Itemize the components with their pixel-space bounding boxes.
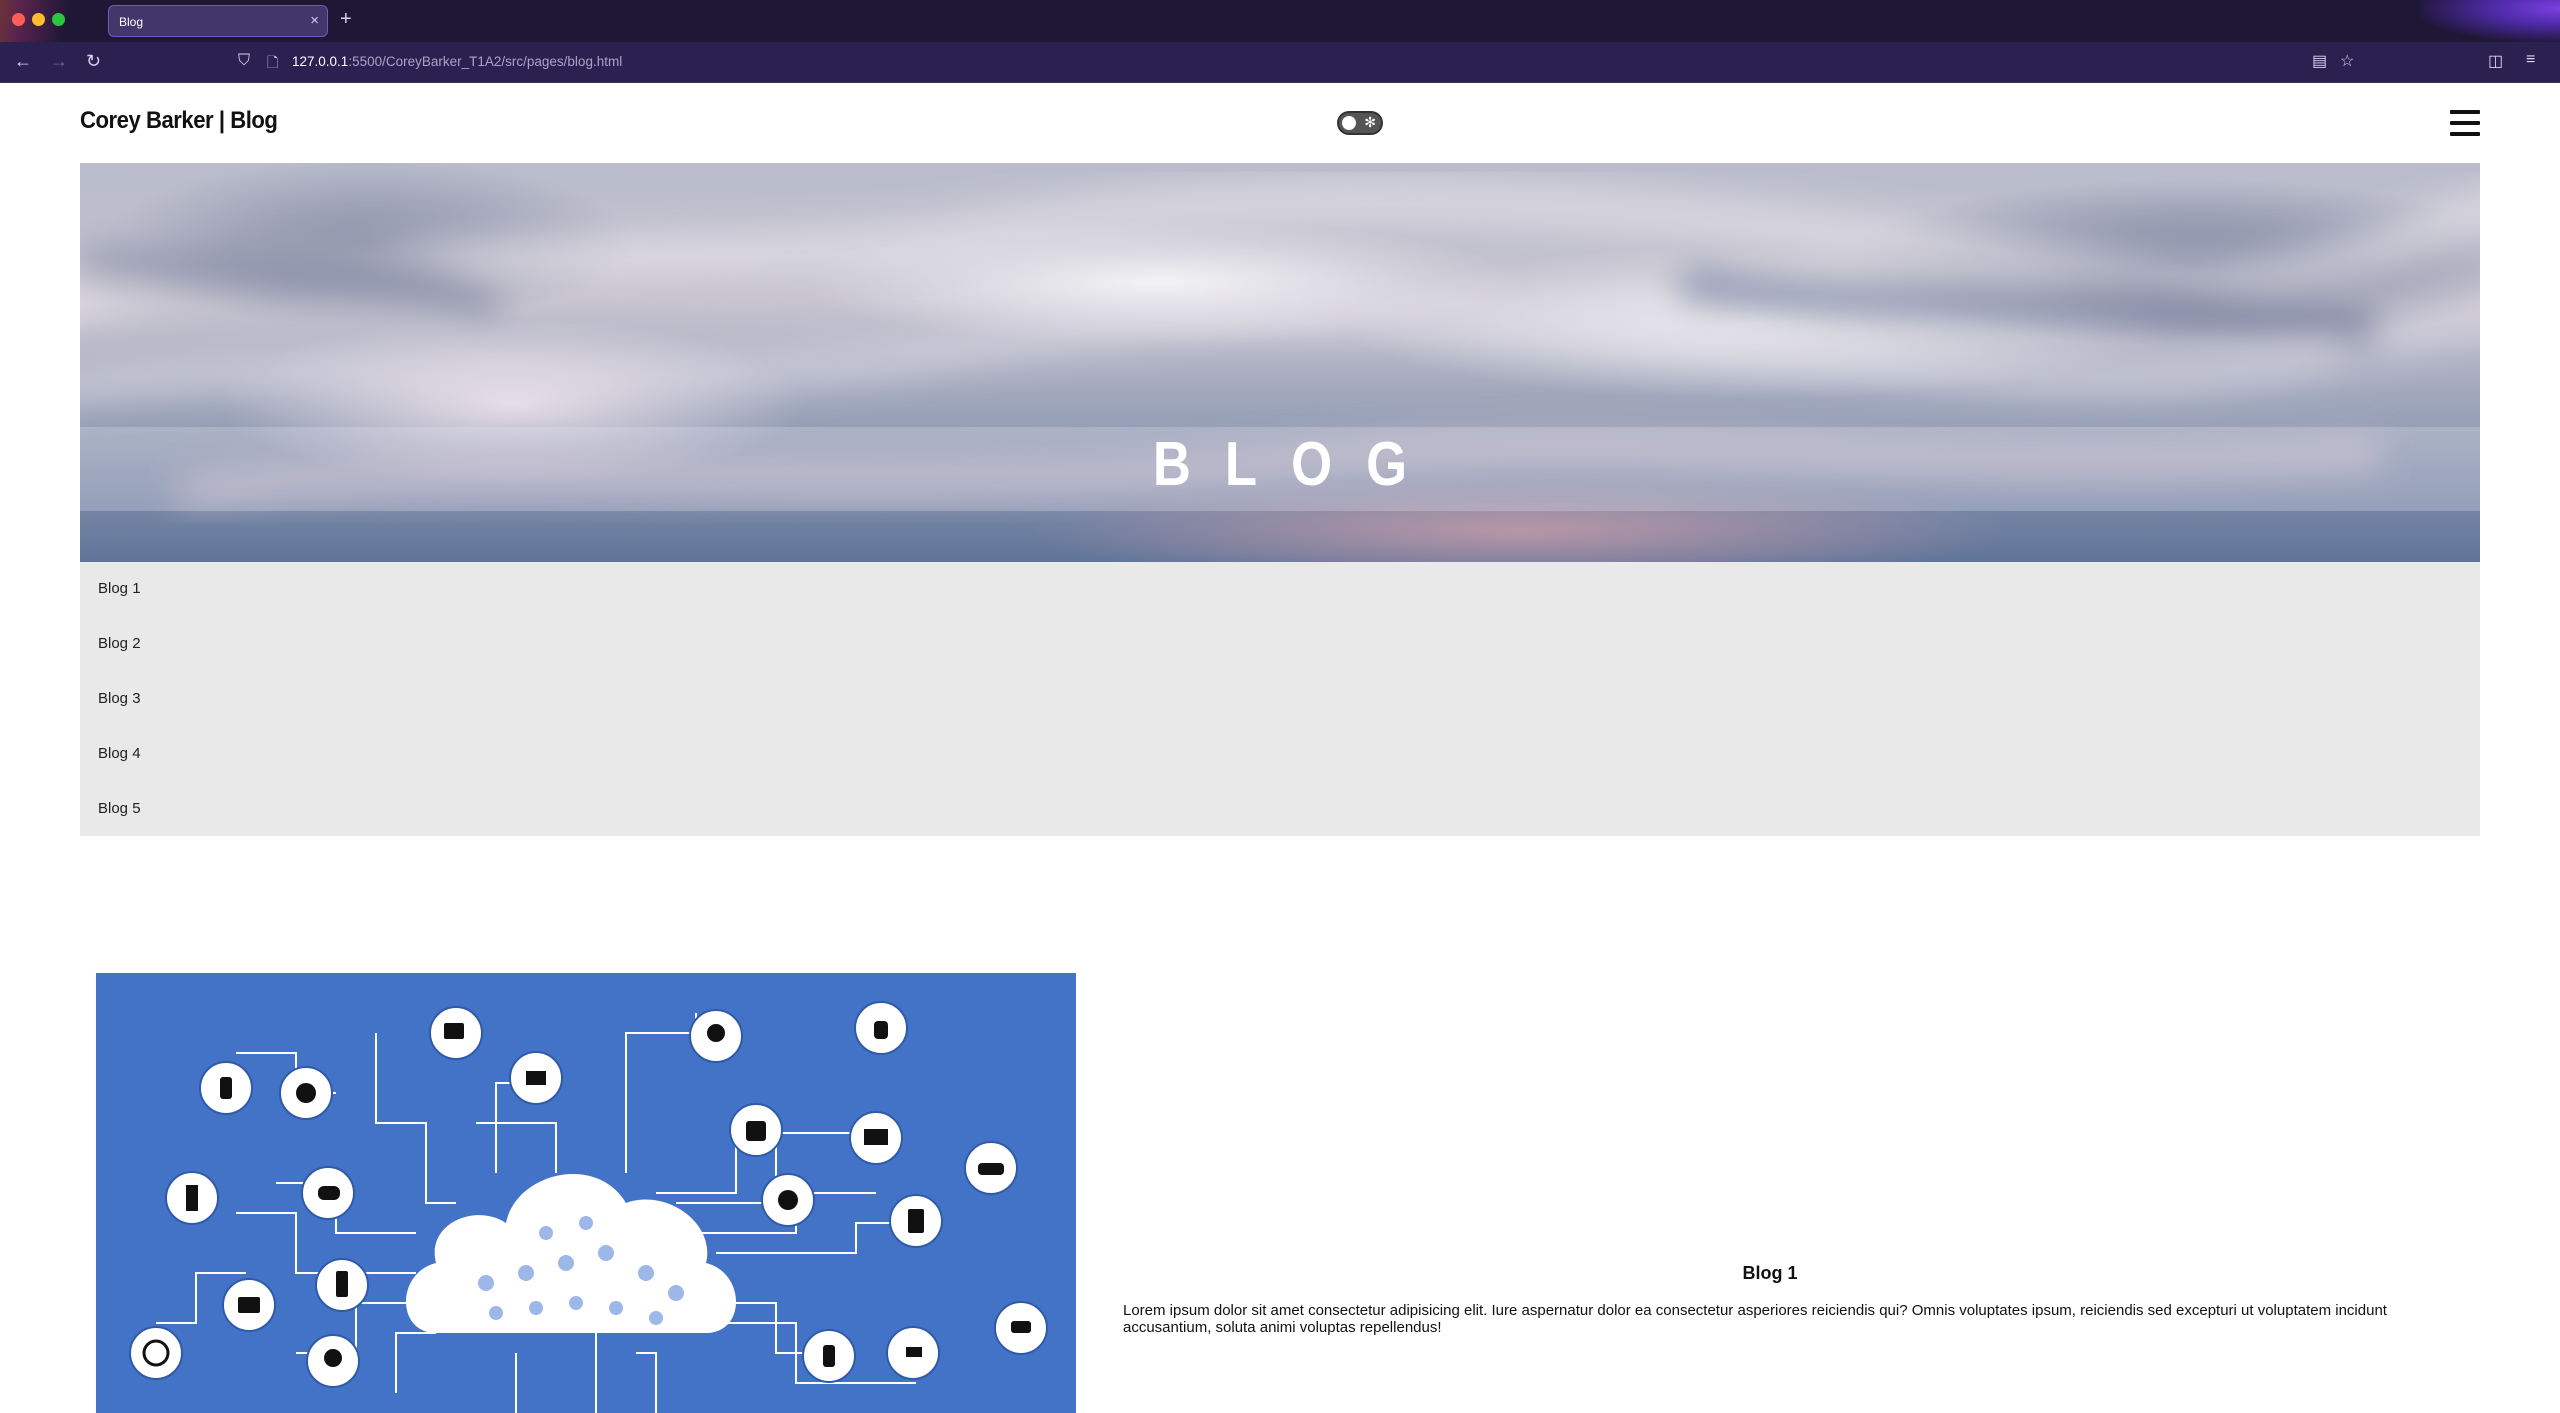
- url-host: 127.0.0.1: [292, 54, 349, 69]
- post-body: Lorem ipsum dolor sit amet consectetur a…: [1123, 1302, 2387, 1336]
- bookmark-star-icon[interactable]: ☆: [2340, 51, 2354, 71]
- tab-title: Blog: [119, 15, 144, 29]
- tracking-shield-icon[interactable]: ⛉: [238, 52, 250, 70]
- minimize-window-button[interactable]: [32, 13, 45, 26]
- back-arrow-icon[interactable]: ←: [14, 51, 32, 71]
- titlebar-decoration: [2420, 0, 2560, 42]
- tab-close-icon[interactable]: ×: [310, 12, 319, 29]
- blog-link-4[interactable]: Blog 4: [98, 745, 141, 762]
- sun-icon: ✻: [1364, 114, 1376, 130]
- browser-tab-blog[interactable]: Blog ×: [108, 5, 328, 37]
- blog-link-2[interactable]: Blog 2: [98, 635, 141, 652]
- site-title[interactable]: Corey Barker | Blog: [80, 107, 278, 135]
- address-bar[interactable]: 127.0.0.1:5500/CoreyBarker_T1A2/src/page…: [292, 54, 622, 69]
- blog-link-1[interactable]: Blog 1: [98, 580, 141, 597]
- reader-view-icon[interactable]: ▤: [2312, 51, 2327, 71]
- app-menu-icon[interactable]: ≡: [2526, 51, 2535, 69]
- reload-icon[interactable]: ↻: [86, 51, 101, 71]
- blog-list-nav: Blog 1 Blog 2 Blog 3 Blog 4 Blog 5: [80, 562, 2480, 836]
- blog-link-3[interactable]: Blog 3: [98, 690, 141, 707]
- hamburger-menu-icon[interactable]: [2450, 110, 2480, 136]
- maximize-window-button[interactable]: [52, 13, 65, 26]
- browser-toolbar: ← → ↻ ⛉ 🗋 127.0.0.1:5500/CoreyBarker_T1A…: [0, 42, 2560, 83]
- new-tab-button[interactable]: +: [340, 8, 352, 31]
- url-path: :5500/CoreyBarker_T1A2/src/pages/blog.ht…: [348, 54, 623, 69]
- hero-title: BLOG: [1152, 430, 1442, 499]
- pocket-icon[interactable]: ◫: [2488, 51, 2503, 71]
- browser-titlebar: Blog × +: [0, 0, 2560, 42]
- site-header: Corey Barker | Blog ✻: [0, 83, 2560, 163]
- post-image-iot-cloud: [96, 973, 1076, 1413]
- blog-link-5[interactable]: Blog 5: [98, 800, 141, 817]
- hero-banner: BLOG: [80, 163, 2480, 562]
- forward-arrow-icon[interactable]: →: [50, 51, 68, 71]
- post-title: Blog 1: [1742, 1263, 1798, 1283]
- theme-toggle-switch[interactable]: ✻: [1337, 111, 1383, 135]
- toggle-knob: [1342, 116, 1356, 130]
- page-info-icon[interactable]: 🗋: [267, 52, 278, 76]
- iot-cloud-illustration: [129, 1001, 1048, 1413]
- close-window-button[interactable]: [12, 13, 25, 26]
